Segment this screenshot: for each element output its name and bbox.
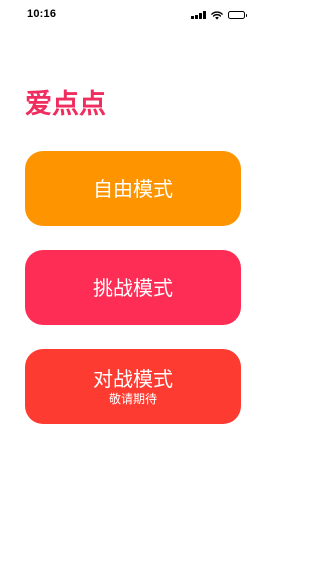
challenge-mode-label: 挑战模式 <box>93 275 173 300</box>
status-bar: 10:16 <box>0 0 265 30</box>
battle-mode-button[interactable]: 对战模式 敬请期待 <box>25 349 241 424</box>
free-mode-button[interactable]: 自由模式 <box>25 151 241 226</box>
free-mode-label: 自由模式 <box>93 176 173 201</box>
status-time: 10:16 <box>27 8 57 20</box>
battle-mode-label: 对战模式 <box>93 366 173 391</box>
challenge-mode-button[interactable]: 挑战模式 <box>25 250 241 325</box>
signal-icon <box>191 11 206 19</box>
wifi-icon <box>210 10 223 20</box>
app-title: 爱点点 <box>25 89 106 120</box>
status-icons <box>191 10 247 20</box>
battle-mode-sublabel: 敬请期待 <box>108 391 157 406</box>
battery-icon <box>227 11 247 19</box>
